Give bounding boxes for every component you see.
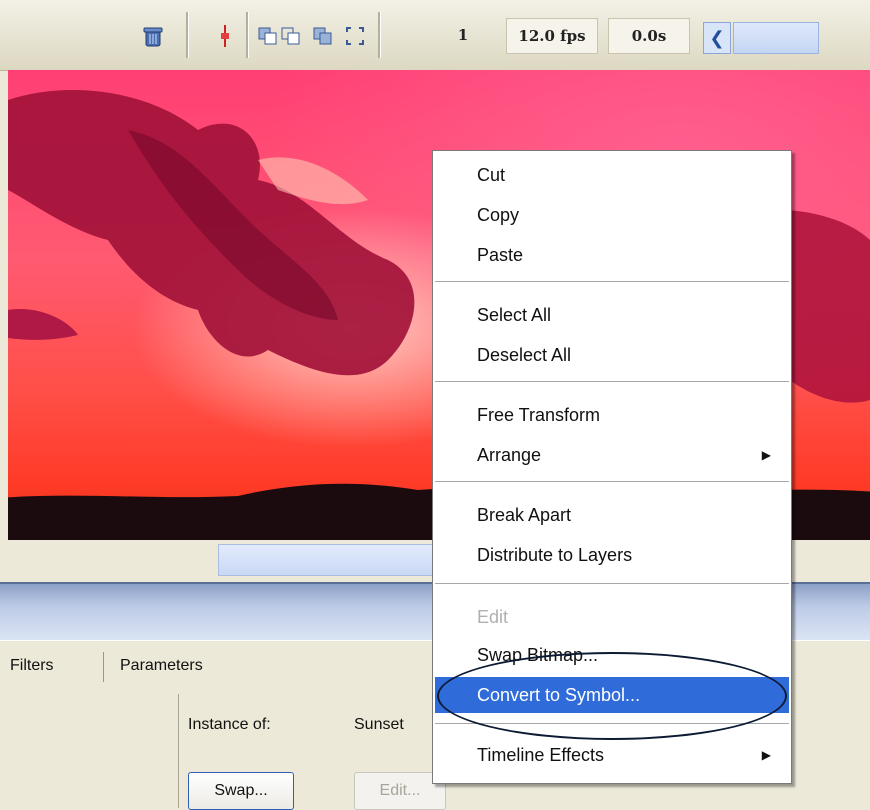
- timeline-scrollbar-thumb[interactable]: [733, 22, 819, 54]
- elapsed-time-field: 0.0s: [608, 18, 690, 54]
- submenu-arrow-icon: ▶: [761, 748, 771, 762]
- edit-multiple-frames-icon[interactable]: [312, 26, 334, 46]
- menu-item-select-all[interactable]: Select All: [435, 297, 789, 333]
- menu-item-distribute-to-layers[interactable]: Distribute to Layers: [435, 537, 789, 573]
- onion-outline-icon[interactable]: [280, 26, 302, 46]
- menu-item-deselect-all[interactable]: Deselect All: [435, 337, 789, 373]
- menu-item-cut[interactable]: Cut: [435, 157, 789, 193]
- frame-rate-field[interactable]: 12.0 fps: [506, 18, 598, 54]
- menu-item-timeline-effects[interactable]: Timeline Effects ▶: [435, 737, 789, 773]
- menu-separator: [435, 381, 789, 383]
- submenu-arrow-icon: ▶: [761, 448, 771, 462]
- tab-divider: [103, 652, 104, 682]
- tab-filters[interactable]: Filters: [10, 657, 54, 675]
- menu-item-arrange[interactable]: Arrange ▶: [435, 437, 789, 473]
- panel-divider: [178, 694, 179, 808]
- toolbar-divider: [186, 12, 189, 58]
- menu-item-edit: Edit: [477, 607, 509, 627]
- menu-item-free-transform[interactable]: Free Transform: [435, 397, 789, 433]
- menu-separator: [435, 481, 789, 483]
- menu-item-paste[interactable]: Paste: [435, 237, 789, 273]
- toolbar-divider: [378, 12, 381, 58]
- instance-name-value: Sunset: [354, 716, 404, 733]
- onion-skin-icon[interactable]: [257, 26, 279, 46]
- menu-separator: [435, 583, 789, 585]
- scroll-left-icon[interactable]: ❮: [703, 22, 731, 54]
- tab-parameters[interactable]: Parameters: [120, 657, 203, 675]
- menu-item-timeline-effects-label: Timeline Effects: [477, 745, 605, 765]
- swap-button[interactable]: Swap...: [188, 772, 294, 810]
- highlight-annotation-ring: [437, 652, 787, 740]
- center-frame-icon[interactable]: [214, 25, 236, 47]
- onion-markers-icon[interactable]: [344, 26, 366, 46]
- stage-horizontal-scrollbar[interactable]: [218, 544, 436, 576]
- trash-icon[interactable]: [142, 26, 164, 47]
- menu-item-arrange-label: Arrange: [477, 445, 542, 465]
- menu-item-break-apart[interactable]: Break Apart: [435, 497, 789, 533]
- menu-item-copy[interactable]: Copy: [435, 197, 789, 233]
- current-frame-field: 1: [457, 26, 469, 44]
- menu-separator: [435, 281, 789, 283]
- timeline-toolbar: 1 12.0 fps 0.0s ❮: [0, 0, 870, 71]
- toolbar-divider: [246, 12, 249, 58]
- instance-of-label: Instance of:: [188, 716, 271, 733]
